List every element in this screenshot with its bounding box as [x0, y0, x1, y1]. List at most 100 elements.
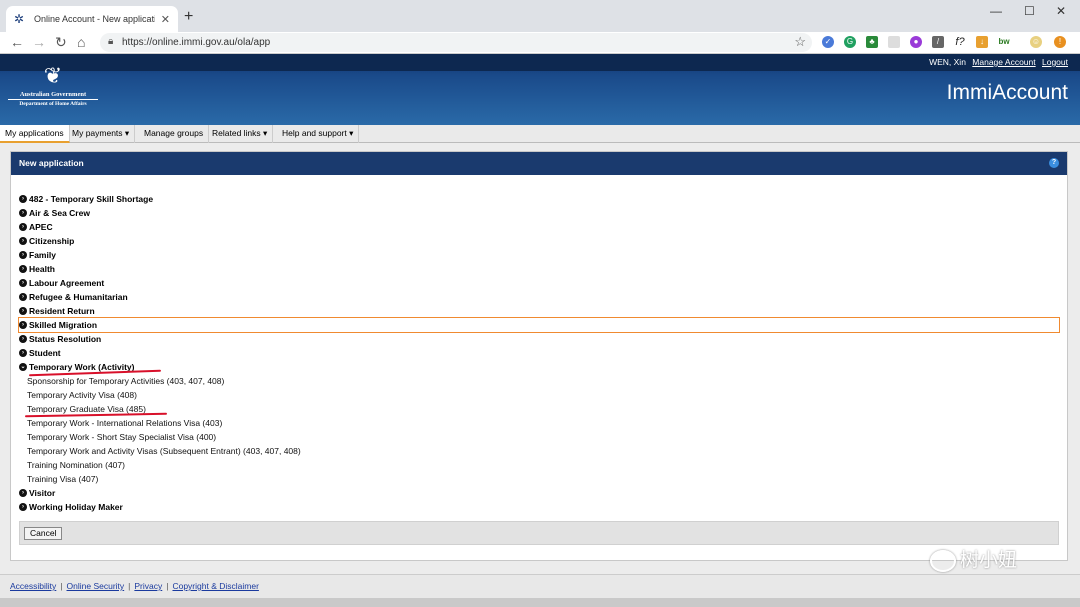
accessibility-link[interactable]: Accessibility — [10, 581, 56, 591]
category-item[interactable]: › Student — [19, 346, 1059, 360]
chevron-right-icon: › — [19, 307, 27, 315]
chevron-right-icon: › — [19, 503, 27, 511]
extension-icon[interactable]: ✓ — [822, 36, 834, 48]
main-menu: My applications My payments ▾ Manage gro… — [0, 125, 1080, 143]
chevron-right-icon: › — [19, 335, 27, 343]
browser-titlebar: ✲ Online Account - New applicatio ✕ + — … — [0, 0, 1080, 32]
category-item[interactable]: › Refugee & Humanitarian — [19, 290, 1059, 304]
bookmark-star-icon[interactable]: ☆ — [794, 34, 806, 50]
wechat-icon — [930, 549, 956, 572]
chevron-right-icon: › — [19, 293, 27, 301]
chevron-down-icon: ⌄ — [19, 363, 27, 371]
panel-actions: Cancel — [19, 521, 1059, 545]
category-item[interactable]: › Air & Sea Crew — [19, 206, 1059, 220]
bottom-strip — [0, 598, 1080, 607]
gov-name: Australian Government — [19, 91, 87, 98]
extension-icon[interactable]: G — [844, 36, 856, 48]
sub-item[interactable]: Temporary Work - Short Stay Specialist V… — [19, 430, 1059, 444]
user-name: WEN, Xin — [929, 57, 966, 67]
menu-manage-groups[interactable]: Manage groups — [139, 125, 210, 143]
sub-item[interactable]: Sponsorship for Temporary Activities (40… — [19, 374, 1059, 388]
page-footer: Accessibility | Online Security | Privacy | Co… — [0, 574, 1080, 598]
category-item[interactable]: › Resident Return — [19, 304, 1059, 318]
separator: | — [128, 581, 131, 591]
new-application-panel: New application ? › 482 - Temporary Skill… — [10, 151, 1068, 561]
lock-icon: 🔒︎ — [108, 36, 114, 47]
panel-title: New application — [19, 158, 84, 168]
government-logo: ❦ Australian Government Department of Ho… — [8, 62, 98, 120]
sub-item[interactable]: Temporary Work - International Relations… — [19, 416, 1059, 430]
extension-icon[interactable]: ♣ — [866, 36, 878, 48]
reload-icon[interactable]: ↻ — [55, 34, 67, 50]
separator: | — [166, 581, 169, 591]
chevron-right-icon: › — [19, 195, 27, 203]
category-item[interactable]: › Citizenship — [19, 234, 1059, 248]
cancel-button[interactable]: Cancel — [24, 527, 63, 540]
application-type-list: › 482 - Temporary Skill Shortage › Air & S… — [18, 192, 1060, 514]
chevron-right-icon: › — [19, 251, 27, 259]
formula-icon[interactable]: f? — [954, 36, 966, 48]
avatar[interactable]: ☺ — [1030, 36, 1042, 48]
extension-icon[interactable]: bw — [998, 36, 1010, 48]
menu-related-links[interactable]: Related links ▾ — [207, 125, 274, 143]
extension-icon[interactable] — [888, 36, 900, 48]
browser-tab[interactable]: ✲ Online Account - New applicatio ✕ — [6, 6, 178, 32]
browser-toolbar: ← → ↻ ⌂ 🔒︎ https://online.immi.gov.au/ol… — [0, 32, 1080, 54]
sub-item[interactable]: Temporary Activity Visa (408) — [19, 388, 1059, 402]
maximize-icon[interactable]: ☐ — [1024, 4, 1035, 18]
category-item[interactable]: › Status Resolution — [19, 332, 1059, 346]
category-item[interactable]: › APEC — [19, 220, 1059, 234]
app-name: ImmiAccount — [946, 81, 1068, 104]
menu-help-and-support[interactable]: Help and support ▾ — [277, 125, 360, 143]
category-item[interactable]: › Visitor — [19, 486, 1059, 500]
chevron-right-icon: › — [19, 209, 27, 217]
logout-link[interactable]: Logout — [1042, 57, 1068, 67]
chevron-right-icon: › — [19, 349, 27, 357]
alert-icon[interactable]: ! — [1054, 36, 1066, 48]
new-tab-button[interactable]: + — [184, 8, 193, 26]
department-name: Department of Home Affairs — [8, 99, 98, 109]
chevron-right-icon: › — [19, 489, 27, 497]
online-security-link[interactable]: Online Security — [67, 581, 125, 591]
forward-icon[interactable]: → — [32, 34, 46, 50]
crest-icon: ❦ — [43, 63, 63, 88]
sub-item-temporary-graduate-visa[interactable]: Temporary Graduate Visa (485) — [19, 402, 1059, 416]
help-icon[interactable]: ? — [1049, 158, 1059, 168]
panel-header: New application ? — [11, 152, 1067, 175]
tab-title: Online Account - New applicatio — [34, 14, 155, 24]
extension-icon[interactable]: ● — [910, 36, 922, 48]
site-header: WEN, Xin Manage Account Logout ❦ Austral… — [0, 54, 1080, 125]
extension-icon[interactable]: ↓ — [976, 36, 988, 48]
url-text: https://online.immi.gov.au/ola/app — [122, 37, 271, 48]
separator: | — [60, 581, 63, 591]
category-item[interactable]: › Working Holiday Maker — [19, 500, 1059, 514]
chevron-right-icon: › — [19, 321, 27, 329]
eyedropper-icon[interactable]: / — [932, 36, 944, 48]
window-close-icon[interactable]: ✕ — [1056, 4, 1066, 18]
copyright-link[interactable]: Copyright & Disclaimer — [172, 581, 258, 591]
category-item-expanded[interactable]: ⌄ Temporary Work (Activity) — [19, 360, 1059, 374]
manage-account-link[interactable]: Manage Account — [972, 57, 1035, 67]
privacy-link[interactable]: Privacy — [134, 581, 162, 591]
address-bar[interactable]: 🔒︎ https://online.immi.gov.au/ola/app ☆ — [100, 33, 812, 52]
chevron-right-icon: › — [19, 223, 27, 231]
menu-my-applications[interactable]: My applications — [0, 125, 70, 143]
sub-item[interactable]: Training Nomination (407) — [19, 458, 1059, 472]
user-bar: WEN, Xin Manage Account Logout — [0, 54, 1080, 71]
category-item[interactable]: › Labour Agreement — [19, 276, 1059, 290]
chevron-right-icon: › — [19, 237, 27, 245]
menu-my-payments[interactable]: My payments ▾ — [67, 125, 136, 143]
back-icon[interactable]: ← — [10, 34, 24, 50]
category-item[interactable]: › Health — [19, 262, 1059, 276]
minimize-icon[interactable]: — — [990, 4, 1002, 18]
category-item[interactable]: › Family — [19, 248, 1059, 262]
gear-icon: ✲ — [14, 12, 25, 26]
home-icon[interactable]: ⌂ — [77, 34, 85, 50]
close-icon[interactable]: ✕ — [161, 13, 170, 26]
sub-item[interactable]: Training Visa (407) — [19, 472, 1059, 486]
chevron-right-icon: › — [19, 265, 27, 273]
sub-item[interactable]: Temporary Work and Activity Visas (Subse… — [19, 444, 1059, 458]
category-item-skilled-migration[interactable]: › Skilled Migration — [18, 317, 1060, 333]
category-item[interactable]: › 482 - Temporary Skill Shortage — [19, 192, 1059, 206]
watermark: 树小妞 — [930, 545, 1050, 573]
